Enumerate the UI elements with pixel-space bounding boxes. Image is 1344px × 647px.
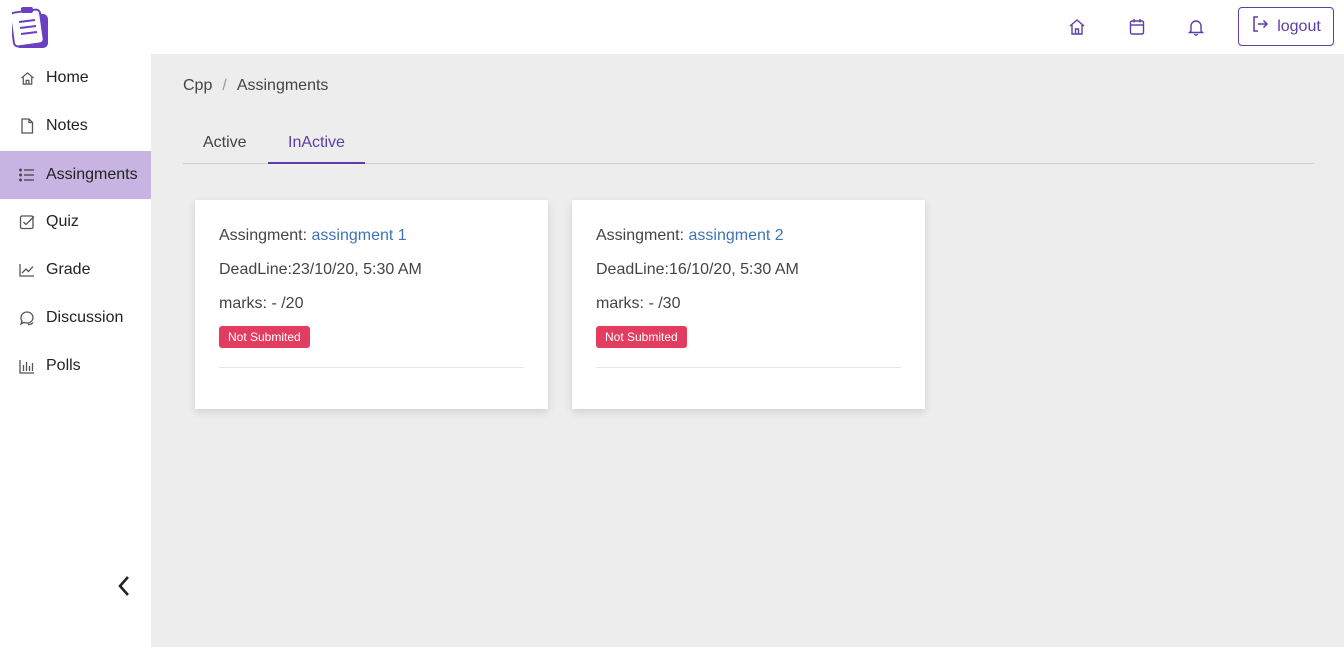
assignment-marks: marks: - /20	[219, 295, 304, 312]
assignment-prefix: Assingment:	[219, 227, 312, 244]
assignment-deadline: DeadLine:23/10/20, 5:30 AM	[219, 261, 422, 278]
tab-active[interactable]: Active	[183, 126, 267, 164]
assignment-card: Assingment: assingment 2 DeadLine:16/10/…	[572, 200, 925, 409]
sidebar-item-label: Assingments	[46, 166, 138, 183]
sidebar-item-label: Polls	[46, 357, 81, 374]
breadcrumb-separator: /	[222, 77, 227, 94]
card-divider	[596, 367, 901, 368]
logout-label: logout	[1277, 17, 1321, 35]
card-divider	[219, 367, 524, 368]
logout-icon	[1251, 15, 1269, 38]
calendar-icon[interactable]	[1126, 16, 1148, 38]
chat-icon	[19, 310, 35, 326]
sidebar-item-quiz[interactable]: Quiz	[0, 198, 151, 246]
check-square-icon	[19, 214, 35, 230]
assignment-marks: marks: - /30	[596, 295, 681, 312]
breadcrumb-current: Assingments	[236, 77, 329, 94]
trend-chart-icon	[19, 262, 35, 278]
home-icon	[19, 70, 35, 86]
sidebar: Home Notes Assingments Quiz Grade Discus…	[0, 54, 151, 647]
sidebar-item-home[interactable]: Home	[0, 54, 151, 102]
assignment-deadline: DeadLine:16/10/20, 5:30 AM	[596, 261, 799, 278]
sidebar-item-polls[interactable]: Polls	[0, 342, 151, 390]
breadcrumb: Cpp / Assingments	[183, 77, 328, 95]
breadcrumb-course[interactable]: Cpp	[183, 77, 212, 95]
sidebar-item-label: Discussion	[46, 309, 124, 326]
sidebar-item-label: Quiz	[46, 213, 79, 230]
file-icon	[19, 118, 35, 134]
status-badge: Not Submited	[219, 326, 310, 348]
assignment-link[interactable]: assingment 2	[688, 227, 783, 244]
main-content: Cpp / Assingments Active InActive Assing…	[151, 54, 1344, 647]
app-logo-icon[interactable]	[9, 6, 52, 50]
sidebar-item-label: Home	[46, 69, 89, 86]
bell-icon[interactable]	[1185, 16, 1207, 38]
top-bar: logout	[0, 0, 1344, 54]
sidebar-item-discussion[interactable]: Discussion	[0, 294, 151, 342]
tab-inactive[interactable]: InActive	[268, 126, 365, 164]
sidebar-item-label: Grade	[46, 261, 91, 278]
tab-bar: Active InActive	[183, 126, 1314, 164]
sidebar-item-notes[interactable]: Notes	[0, 102, 151, 150]
list-icon	[19, 167, 35, 183]
assignment-card: Assingment: assingment 1 DeadLine:23/10/…	[195, 200, 548, 409]
home-icon[interactable]	[1066, 16, 1088, 38]
collapse-sidebar-chevron-left-icon[interactable]	[113, 572, 135, 600]
sidebar-item-assingments[interactable]: Assingments	[0, 151, 151, 199]
assignment-title: Assingment: assingment 1	[219, 226, 524, 260]
bar-chart-icon	[19, 358, 35, 374]
sidebar-item-grade[interactable]: Grade	[0, 246, 151, 294]
sidebar-item-label: Notes	[46, 117, 88, 134]
logout-button[interactable]: logout	[1238, 7, 1334, 46]
assignment-link[interactable]: assingment 1	[311, 227, 406, 244]
assignment-prefix: Assingment:	[596, 227, 689, 244]
assignment-title: Assingment: assingment 2	[596, 226, 901, 260]
status-badge: Not Submited	[596, 326, 687, 348]
